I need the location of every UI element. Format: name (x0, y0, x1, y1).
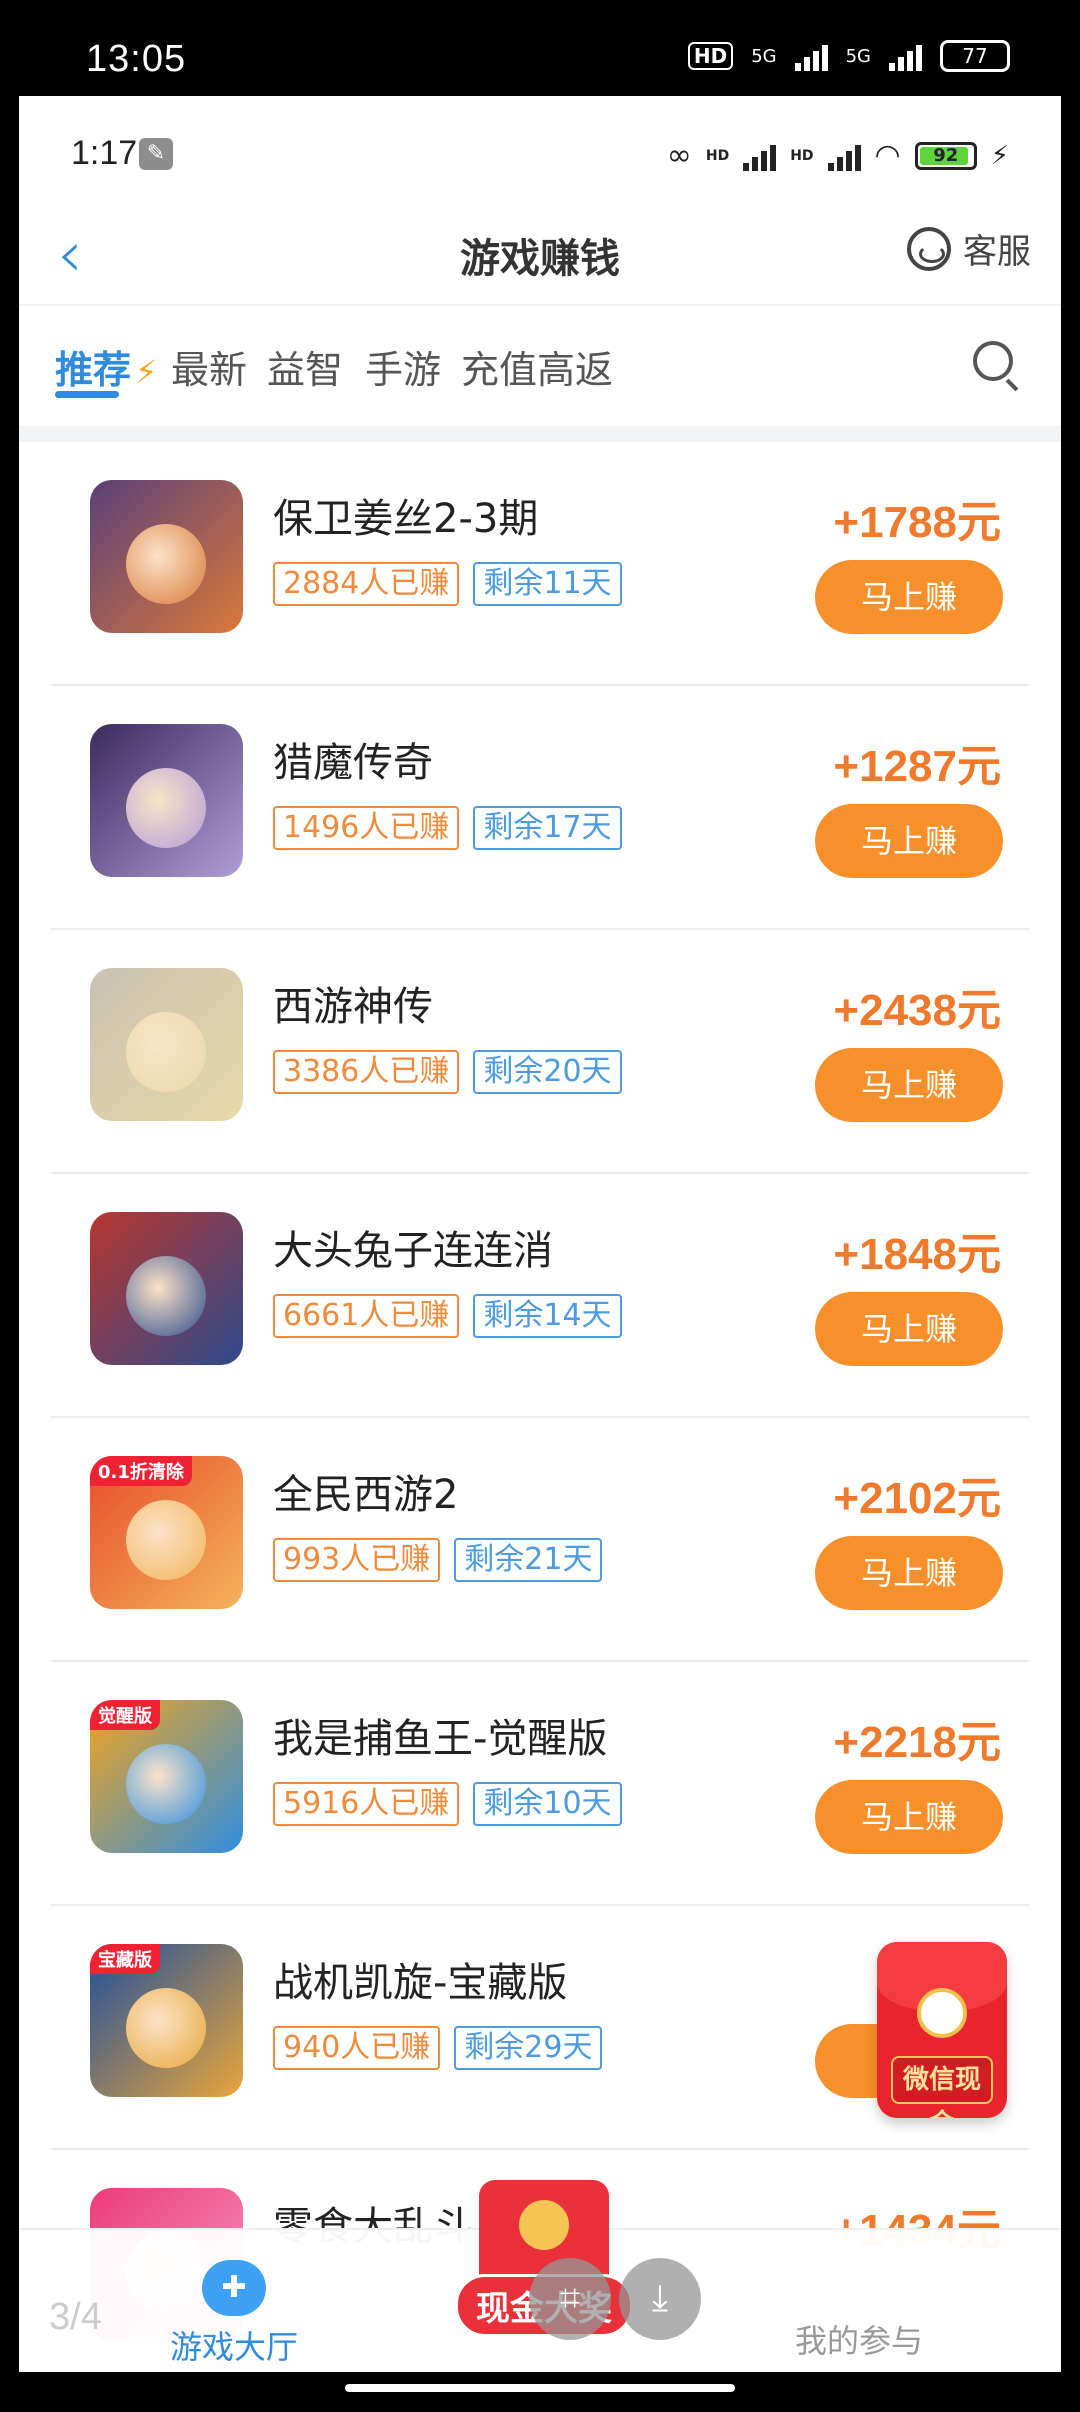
tab-recharge-rebate[interactable]: 充值高返 (461, 339, 613, 394)
game-name: 我是捕鱼王-觉醒版 (273, 1716, 608, 1762)
search-icon[interactable] (973, 341, 1013, 381)
home-indicator[interactable] (345, 2384, 735, 2392)
game-badge: 宝藏版 (90, 1944, 160, 1974)
nav-my-participation[interactable]: 我的参与 (795, 2316, 923, 2362)
wrench-icon: ✎ (139, 138, 173, 170)
outer-clock: 13:05 (86, 38, 187, 80)
screenshot-icon[interactable]: ⌗ (529, 2258, 611, 2340)
category-tabs: 推荐 ⚡ 最新 益智 手游 充值高返 (19, 311, 1061, 411)
outer-status-bar: 13:05 HD 5G 5G 77 (0, 0, 1080, 96)
days-left-tag: 剩余17天 (473, 806, 622, 850)
link-icon: ∞ (666, 138, 692, 173)
red-packet-seal-icon (917, 1988, 967, 2038)
days-left-tag: 剩余29天 (454, 2026, 603, 2070)
earn-now-button[interactable]: 马上赚 (815, 560, 1003, 634)
game-badge: 0.1折清除 (90, 1456, 192, 1486)
headset-icon (907, 226, 951, 271)
game-row[interactable]: 0.1折清除全民西游2 993人已赚 剩余21天 +2102元马上赚 (51, 1418, 1029, 1662)
reward-amount: +1287元 (833, 742, 1001, 791)
signal-icon-2 (889, 41, 922, 71)
game-name: 全民西游2 (273, 1472, 459, 1518)
download-icon[interactable]: ⤓ (619, 2258, 701, 2340)
earn-now-button[interactable]: 马上赚 (815, 1780, 1003, 1854)
lightning-icon: ⚡ (135, 353, 158, 391)
tab-puzzle[interactable]: 益智 (267, 339, 343, 394)
wifi-icon: ◠ (874, 138, 901, 173)
battery-icon: 77 (940, 40, 1010, 72)
divider-band (19, 426, 1061, 442)
earned-count-tag: 6661人已赚 (273, 1294, 460, 1338)
customer-service-label: 客服 (963, 232, 1031, 272)
nav-game-hall-label: 游戏大厅 (169, 2328, 298, 2366)
gamepad-icon: ✚ (202, 2260, 266, 2316)
days-left-tag: 剩余21天 (454, 1538, 603, 1582)
active-tab-indicator (55, 391, 119, 398)
earn-now-button[interactable]: 马上赚 (815, 1536, 1003, 1610)
signal-icon-inner-2 (827, 141, 861, 171)
days-left-tag: 剩余14天 (473, 1294, 622, 1338)
reward-amount: +1788元 (833, 498, 1001, 547)
inner-clock: 1:17 (71, 134, 138, 172)
bottom-nav: 3/4 ✚ 游戏大厅 现金大奖 我的参与 ⌗ ⤓ (19, 2180, 1061, 2372)
game-icon[interactable]: 宝藏版 (90, 1944, 243, 2097)
reward-amount: +2438元 (833, 986, 1001, 1035)
earned-count-tag: 993人已赚 (273, 1538, 441, 1582)
game-row[interactable]: 猎魔传奇 1496人已赚 剩余17天 +1287元马上赚 (51, 686, 1029, 930)
customer-service-button[interactable]: 客服 (907, 224, 1031, 273)
earn-now-button[interactable]: 马上赚 (815, 804, 1003, 878)
tab-recommend[interactable]: 推荐 ⚡ (55, 339, 157, 394)
game-icon[interactable] (90, 1212, 243, 1365)
reward-amount: +2218元 (833, 1718, 1001, 1767)
earn-now-button[interactable]: 马上赚 (815, 1292, 1003, 1366)
game-badge: 觉醒版 (90, 1700, 160, 1730)
inner-status-bar: 1:17 ✎ ∞ HD HD ◠ 92 ⚡ (19, 96, 1061, 196)
days-left-tag: 剩余20天 (473, 1050, 622, 1094)
game-name: 大头兔子连连消 (273, 1228, 553, 1274)
nav-game-hall[interactable]: ✚ 游戏大厅 (159, 2260, 309, 2368)
game-row[interactable]: 觉醒版我是捕鱼王-觉醒版 5916人已赚 剩余10天 +2218元马上赚 (51, 1662, 1029, 1906)
days-left-tag: 剩余10天 (473, 1782, 622, 1826)
game-name: 保卫姜丝2-3期 (273, 496, 539, 542)
network-5g-label-2: 5G (845, 45, 871, 67)
reward-amount: +2102元 (833, 1474, 1001, 1523)
earned-count-tag: 940人已赚 (273, 2026, 441, 2070)
tab-mobile-games[interactable]: 手游 (365, 339, 441, 394)
earned-count-tag: 5916人已赚 (273, 1782, 460, 1826)
game-icon[interactable] (90, 724, 243, 877)
game-row[interactable]: 大头兔子连连消 6661人已赚 剩余14天 +1848元马上赚 (51, 1174, 1029, 1418)
game-icon[interactable] (90, 968, 243, 1121)
earn-now-button[interactable]: 马上赚 (815, 1048, 1003, 1122)
page-header: ‹ 游戏赚钱 客服 (19, 196, 1061, 306)
game-row[interactable]: 西游神传 3386人已赚 剩余20天 +2438元马上赚 (51, 930, 1029, 1174)
app-screen: 1:17 ✎ ∞ HD HD ◠ 92 ⚡ ‹ 游戏赚钱 客服 推荐 ⚡ 最新 益… (19, 96, 1061, 2372)
charging-icon: ⚡ (990, 140, 1009, 171)
wechat-cash-red-packet[interactable]: 微信现金 (877, 1942, 1007, 2118)
hd-icon: HD (687, 42, 734, 70)
signal-icon (794, 41, 828, 71)
signal-icon-inner (743, 141, 777, 171)
page-count: 3/4 (49, 2296, 102, 2338)
game-name: 猎魔传奇 (273, 740, 433, 786)
battery-icon-inner: 92 (914, 141, 977, 170)
earned-count-tag: 3386人已赚 (273, 1050, 460, 1094)
tab-newest[interactable]: 最新 (171, 339, 247, 394)
game-name: 西游神传 (273, 984, 433, 1030)
earned-count-tag: 2884人已赚 (273, 562, 460, 606)
hd-label-2: HD (790, 147, 814, 164)
reward-amount: +1848元 (833, 1230, 1001, 1279)
network-5g-label: 5G (751, 45, 777, 67)
days-left-tag: 剩余11天 (473, 562, 622, 606)
game-icon[interactable]: 0.1折清除 (90, 1456, 243, 1609)
game-icon[interactable]: 觉醒版 (90, 1700, 243, 1853)
game-icon[interactable] (90, 480, 243, 633)
game-row[interactable]: 保卫姜丝2-3期 2884人已赚 剩余11天 +1788元马上赚 (51, 442, 1029, 686)
hd-label: HD (705, 147, 730, 164)
earned-count-tag: 1496人已赚 (273, 806, 460, 850)
page-title: 游戏赚钱 (460, 236, 620, 282)
game-name: 战机凯旋-宝藏版 (273, 1960, 568, 2006)
red-packet-label: 微信现金 (891, 2056, 993, 2118)
